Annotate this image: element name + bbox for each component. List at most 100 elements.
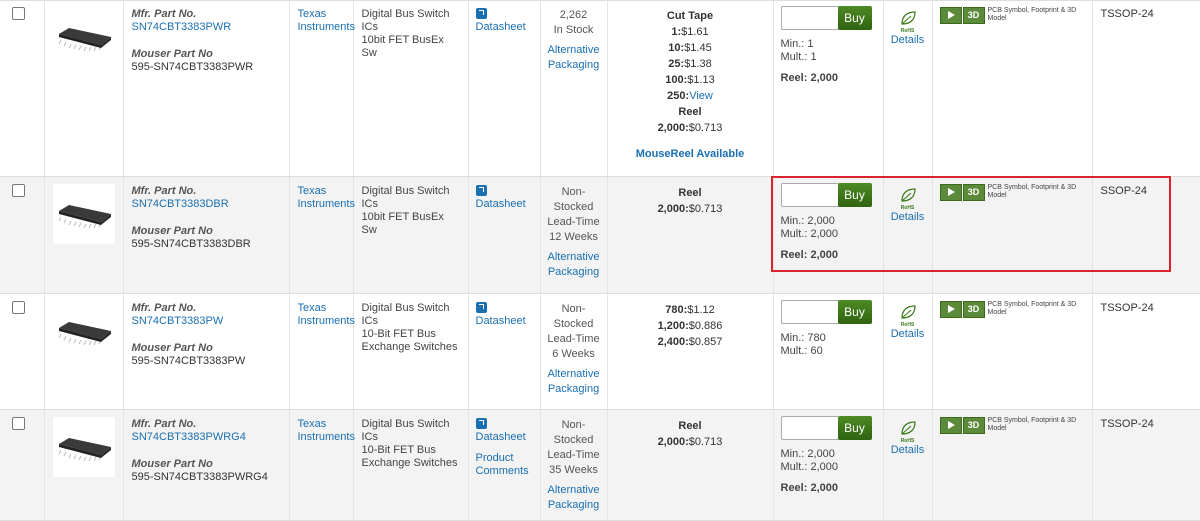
ecad-model-link[interactable]: 3D PCB Symbol, Footprint & 3D Model <box>939 416 1078 434</box>
row-checkbox[interactable] <box>12 183 25 197</box>
buy-button[interactable]: Buy <box>837 6 872 30</box>
image-cell <box>43 409 123 521</box>
manufacturer-link[interactable]: Texas <box>298 185 353 198</box>
select-cell <box>0 409 44 521</box>
pricing-cell: Cut Tape 1:$1.61 10:$1.45 25:$1.38 100:$1.13… <box>606 0 773 177</box>
price-break[interactable]: 250:View <box>608 88 773 104</box>
stock-line: Lead-Time <box>547 448 600 461</box>
price-value: $1.38 <box>684 58 712 70</box>
alternative-packaging-link[interactable]: Alternative Packaging <box>541 483 607 513</box>
ecad-model-link[interactable]: 3D PCB Symbol, Footprint & 3D Model <box>939 300 1078 318</box>
image-cell <box>43 293 123 410</box>
3d-model-icon: 3D <box>962 7 985 24</box>
description-line: 10bit FET BusEx Sw <box>361 210 444 236</box>
stock-line: 6 Weeks <box>552 347 595 360</box>
datasheet-link[interactable]: Datasheet <box>475 417 540 444</box>
price-break: 100:$1.13 <box>608 72 773 88</box>
rohs-details-link[interactable]: Details <box>884 328 932 341</box>
part-number-cell: Mfr. Part No. SN74CBT3383PWRG4 Mouser Pa… <box>122 409 289 521</box>
mfr-part-link[interactable]: SN74CBT3383PW <box>132 315 289 328</box>
stock-line: Non- <box>561 185 586 198</box>
rohs-details-link[interactable]: Details <box>884 34 932 47</box>
price-header: Reel <box>608 418 773 434</box>
quantity-input[interactable] <box>780 415 839 440</box>
mfr-part-link[interactable]: SN74CBT3383PWRG4 <box>132 431 289 444</box>
rohs-cell: RoHS Details <box>882 293 932 410</box>
manufacturer-link-line2[interactable]: Instruments <box>298 315 355 328</box>
alternative-packaging-link[interactable]: Alternative Packaging <box>541 43 607 73</box>
min-quantity: Min.: 1 <box>780 38 814 50</box>
table-top-border <box>0 0 1200 1</box>
product-image[interactable] <box>52 183 115 244</box>
part-number-cell: Mfr. Part No. SN74CBT3383DBR Mouser Part… <box>122 176 289 294</box>
availability-cell: Non- Stocked Lead-Time 6 Weeks Alternative … <box>539 293 607 410</box>
description-line: Digital Bus Switch ICs <box>361 184 450 210</box>
price-header: Reel <box>608 104 773 120</box>
description-cell: Digital Bus Switch ICs 10bit FET BusEx Sw <box>352 0 468 177</box>
datasheet-link[interactable]: Datasheet <box>475 184 540 211</box>
play-icon <box>939 416 962 434</box>
package-cell: TSSOP-24 <box>1091 293 1200 410</box>
rohs-details-link[interactable]: Details <box>884 211 932 224</box>
3d-model-icon: 3D <box>962 183 985 201</box>
ecad-text: PCB Symbol, Footprint & 3D Model <box>987 7 1077 22</box>
part-number-cell: Mfr. Part No. SN74CBT3383PW Mouser Part … <box>122 293 289 410</box>
rohs-cell: RoHS Details <box>882 0 932 177</box>
price-break: 2,000:$0.713 <box>608 434 773 450</box>
manufacturer-link[interactable]: Texas <box>298 8 353 21</box>
price-breaks: Reel 2,000:$0.713 <box>608 418 773 450</box>
mouser-part-label: Mouser Part No <box>131 224 213 237</box>
external-link-icon <box>475 417 487 429</box>
price-header-label: Cut Tape <box>666 10 714 22</box>
price-header: Reel <box>608 185 773 201</box>
manufacturer-link-line2[interactable]: Instruments <box>298 431 355 444</box>
ecad-model-link[interactable]: 3D PCB Symbol, Footprint & 3D Model <box>939 183 1078 201</box>
ecad-model-link[interactable]: 3D PCB Symbol, Footprint & 3D Model <box>939 7 1078 24</box>
mouser-part-number: 595-SN74CBT3383DBR <box>131 237 251 250</box>
manufacturer-link-line2[interactable]: Instruments <box>298 198 355 211</box>
buy-button[interactable]: Buy <box>837 415 872 440</box>
alternative-packaging-link[interactable]: Alternative Packaging <box>541 367 607 397</box>
alternative-packaging-link[interactable]: Alternative Packaging <box>541 250 607 280</box>
stock-line: Non- <box>561 302 586 315</box>
product-comments-link[interactable]: Product Comments <box>476 452 540 478</box>
mfr-part-label: Mfr. Part No. <box>131 301 197 314</box>
mousereel-link[interactable]: MouseReel Available <box>608 146 773 162</box>
manufacturer-cell: Texas Instruments <box>288 0 355 177</box>
mfr-part-link[interactable]: SN74CBT3383PWR <box>132 21 289 34</box>
select-cell <box>0 176 44 294</box>
ic-chip-icon <box>58 437 111 461</box>
product-image[interactable] <box>52 7 115 67</box>
price-qty: 10: <box>668 42 685 54</box>
product-image[interactable] <box>52 300 115 361</box>
3d-model-icon: 3D <box>962 300 985 318</box>
row-checkbox[interactable] <box>12 7 25 20</box>
quantity-input[interactable] <box>780 6 839 30</box>
ecad-text: PCB Symbol, Footprint & 3D Model <box>987 300 1077 316</box>
manufacturer-link[interactable]: Texas <box>298 302 353 315</box>
buy-button[interactable]: Buy <box>837 299 872 324</box>
price-qty: 2,000: <box>657 435 689 448</box>
price-value: $1.12 <box>687 303 715 316</box>
mult-quantity: Mult.: 2,000 <box>780 460 838 473</box>
price-header: Cut Tape <box>608 8 773 24</box>
datasheet-link[interactable]: Datasheet <box>475 8 540 34</box>
price-value: $0.713 <box>688 202 723 215</box>
quantity-input[interactable] <box>780 299 839 324</box>
manufacturer-link[interactable]: Texas <box>298 418 353 431</box>
row-checkbox[interactable] <box>12 300 25 314</box>
rohs-details-link[interactable]: Details <box>884 444 932 457</box>
description-line: Digital Bus Switch ICs <box>361 8 450 33</box>
manufacturer-link-line2[interactable]: Instruments <box>298 21 355 34</box>
buy-button[interactable]: Buy <box>837 182 872 207</box>
product-image[interactable] <box>52 416 115 477</box>
price-qty: 1,200: <box>657 319 689 332</box>
quantity-input[interactable] <box>780 182 839 207</box>
price-value: $1.45 <box>684 42 712 54</box>
mfr-part-link[interactable]: SN74CBT3383DBR <box>132 198 289 211</box>
price-break: 1,200:$0.886 <box>608 318 773 334</box>
row-checkbox[interactable] <box>12 416 25 430</box>
datasheet-link[interactable]: Datasheet <box>475 301 540 328</box>
stock-line: Lead-Time <box>547 332 600 345</box>
table-row: Mfr. Part No. SN74CBT3383PWR Mouser Part… <box>0 0 1200 177</box>
